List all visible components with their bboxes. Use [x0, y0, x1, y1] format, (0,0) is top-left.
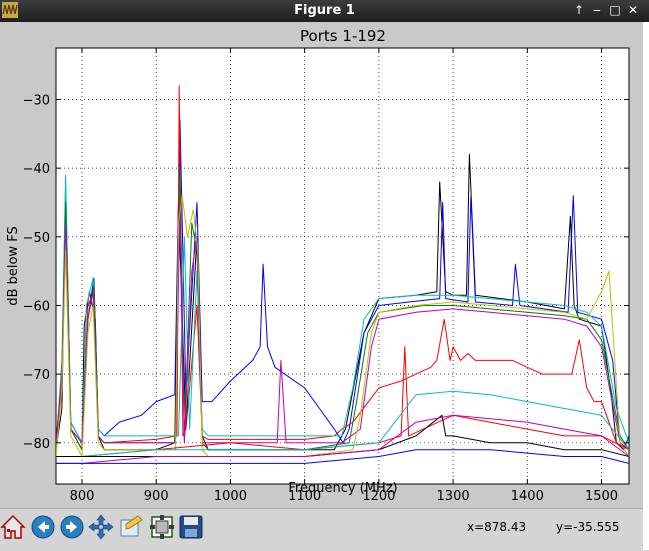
y-coordinate-readout: y=-35.555	[556, 520, 620, 534]
x-tick-label: 1500	[585, 489, 618, 504]
y-tick-label: −60	[23, 299, 50, 314]
minimize-button[interactable]: ‒	[589, 2, 605, 18]
y-tick-label: −50	[23, 231, 50, 246]
x-tick-label: 1300	[437, 489, 470, 504]
x-tick-label: 800	[70, 489, 95, 504]
window-titlebar: Figure 1 ↑ ‒ □ ✕	[0, 0, 649, 22]
x-coordinate-readout: x=878.43	[467, 520, 527, 534]
back-icon[interactable]	[30, 514, 56, 540]
y-tick-label: −70	[23, 368, 50, 383]
window-edge	[643, 22, 649, 550]
y-tick-label: −40	[23, 162, 50, 177]
keep-above-button[interactable]: ↑	[571, 2, 587, 18]
y-tick-label: −30	[23, 93, 50, 108]
close-button[interactable]: ✕	[625, 2, 641, 18]
navigation-toolbar: x=878.43 y=-35.555	[0, 508, 643, 551]
zoom-icon[interactable]	[118, 514, 144, 540]
x-tick-label: 1400	[511, 489, 544, 504]
window-title: Figure 1	[294, 3, 355, 18]
maximize-button[interactable]: □	[607, 2, 623, 18]
y-axis-label: dB below FS	[6, 226, 21, 305]
x-tick-label: 1000	[214, 489, 247, 504]
y-tick-label: −80	[23, 437, 50, 452]
x-tick-label: 900	[144, 489, 169, 504]
configure-subplots-icon[interactable]	[149, 514, 175, 540]
x-axis-label: Frequency (MHz)	[288, 481, 397, 496]
figure-canvas[interactable]: 800 900 1000 1100 1200 1300 1400 1500−30−40−50−…	[0, 22, 643, 508]
axes-background	[55, 47, 630, 485]
pan-icon[interactable]	[88, 514, 114, 540]
home-icon[interactable]	[0, 514, 26, 540]
save-icon[interactable]	[178, 514, 204, 540]
chart-title: Ports 1-192	[300, 27, 386, 45]
forward-icon[interactable]	[59, 514, 85, 540]
